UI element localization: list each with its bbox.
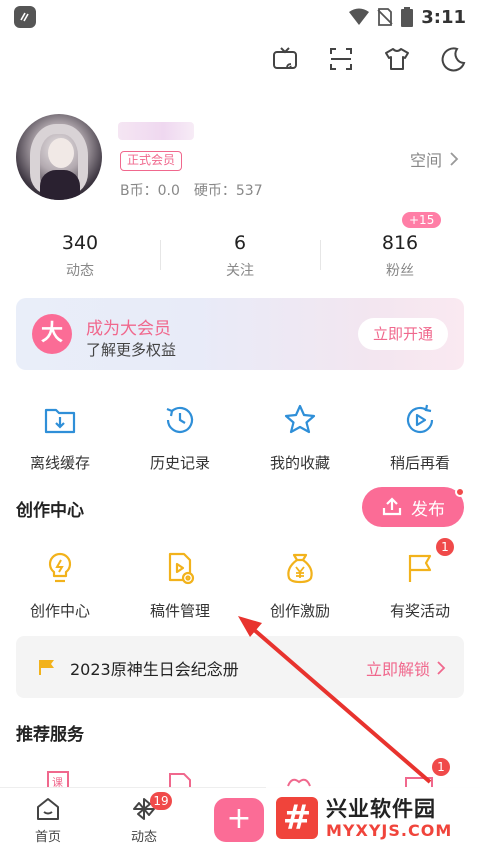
b-coin-label: B币：	[120, 183, 158, 199]
item-label: 稍后再看	[389, 454, 450, 472]
night-mode-icon[interactable]	[438, 44, 468, 74]
creation-center-item[interactable]: 创作中心	[0, 550, 120, 621]
avatar[interactable]	[16, 114, 102, 200]
services-row: 课 1	[0, 758, 480, 790]
hard-coin: 硬币：537	[194, 180, 263, 200]
scan-icon[interactable]	[326, 44, 356, 74]
member-tag: 正式会员	[120, 151, 183, 171]
nav-feed[interactable]: 动态 19	[114, 792, 174, 845]
space-link[interactable]: 空间	[410, 147, 460, 171]
publish-notification-dot	[455, 487, 465, 497]
promo-text: 2023原神生日会纪念册	[70, 660, 239, 679]
watch-later-icon	[406, 404, 434, 434]
item-label: 我的收藏	[269, 454, 330, 472]
reward-activity-item[interactable]: 1 有奖活动	[360, 538, 480, 621]
clock: 3:11	[421, 6, 466, 28]
gift-icon	[287, 778, 311, 787]
offline-cache-item[interactable]: 离线缓存	[0, 402, 120, 473]
tv-cast-icon[interactable]	[270, 44, 300, 74]
item-label: 有奖活动	[389, 602, 450, 620]
tshirt-icon[interactable]	[382, 44, 412, 74]
history-item[interactable]: 历史记录	[120, 402, 240, 473]
item-label: 历史记录	[149, 454, 210, 472]
creation-center-title: 创作中心	[16, 501, 84, 521]
stat-value: 816	[381, 232, 419, 254]
b-coin-value: 0.0	[157, 183, 180, 199]
top-toolbar	[270, 44, 468, 74]
vip-banner[interactable]: 大 成为大会员 了解更多权益 立即开通	[16, 298, 464, 370]
stat-fans[interactable]: +15 816 粉丝	[320, 212, 480, 280]
vip-open-button[interactable]: 立即开通	[358, 318, 448, 350]
wifi-icon	[349, 8, 370, 25]
vip-title: 成为大会员	[86, 319, 171, 339]
item-label: 离线缓存	[29, 454, 90, 472]
home-icon	[37, 798, 59, 820]
activity-badge: 1	[436, 538, 454, 556]
creation-grid: 创作中心 稿件管理 创作激励 1 有奖活动	[0, 538, 480, 621]
promo-action-label: 立即解锁	[365, 660, 430, 679]
favorites-item[interactable]: 我的收藏	[240, 402, 360, 473]
watermark-url: MYXYJS.COM	[326, 821, 453, 840]
stat-value: 340	[61, 232, 99, 254]
flag-icon	[408, 554, 432, 582]
chevron-right-icon	[450, 152, 459, 166]
download-folder-icon	[44, 408, 76, 434]
nav-home-label: 首页	[34, 830, 61, 845]
nav-home[interactable]: 首页	[18, 796, 78, 845]
vip-subtitle: 了解更多权益	[86, 341, 177, 359]
hard-coin-label: 硬币：	[193, 183, 236, 199]
service-badge: 1	[432, 758, 450, 776]
publish-button[interactable]: 发布	[362, 487, 465, 527]
watermark-logo: #	[276, 797, 318, 839]
creation-incentive-item[interactable]: 创作激励	[240, 550, 360, 621]
promo-banner[interactable]: 2023原神生日会纪念册 立即解锁	[16, 636, 464, 698]
b-coin: B币：0.0	[120, 180, 180, 200]
stat-posts[interactable]: 340 动态	[0, 232, 160, 280]
history-clock-icon	[166, 406, 194, 433]
app-notification-icon	[14, 6, 36, 28]
item-label: 创作激励	[269, 602, 330, 620]
stat-label: 动态	[66, 263, 94, 279]
stats-row: 340 动态 6 关注 +15 816 粉丝	[0, 212, 480, 280]
upload-icon	[382, 497, 402, 516]
manuscript-icon	[168, 552, 195, 585]
battery-icon	[401, 7, 414, 27]
star-icon	[284, 404, 316, 434]
vip-icon: 大	[32, 314, 72, 354]
no-sim-icon	[377, 8, 393, 26]
fans-increase-badge: +15	[402, 212, 442, 228]
username-blurred	[118, 122, 194, 140]
stat-label: 粉丝	[386, 263, 414, 279]
quick-actions: 离线缓存 历史记录 我的收藏 稍后再看	[0, 402, 480, 473]
watermark-title: 兴业软件园	[326, 797, 436, 821]
manuscript-management-item[interactable]: 稿件管理	[120, 550, 240, 621]
promo-flag-icon	[39, 660, 54, 675]
stat-following[interactable]: 6 关注	[160, 232, 320, 280]
nav-feed-label: 动态	[130, 830, 157, 845]
lightbulb-icon	[48, 552, 72, 583]
status-bar: 3:11	[0, 0, 480, 34]
stat-value: 6	[233, 232, 247, 254]
coin-balances: B币：0.0 硬币：537	[120, 180, 263, 200]
stat-label: 关注	[226, 263, 254, 279]
watch-later-item[interactable]: 稍后再看	[360, 402, 480, 473]
promo-unlock-link[interactable]: 立即解锁	[366, 656, 446, 680]
space-label: 空间	[409, 151, 442, 170]
item-label: 稿件管理	[149, 602, 210, 620]
hard-coin-value: 537	[235, 183, 263, 199]
recommended-services-title: 推荐服务	[16, 725, 84, 745]
chevron-right-icon	[437, 661, 446, 675]
feed-badge: 19	[150, 792, 172, 810]
publish-label: 发布	[411, 499, 445, 520]
item-label: 创作中心	[29, 602, 90, 620]
site-watermark: # 兴业软件园 MYXYJS.COM	[266, 787, 480, 853]
create-plus-button[interactable]: +	[214, 798, 264, 842]
money-bag-icon	[287, 553, 313, 584]
